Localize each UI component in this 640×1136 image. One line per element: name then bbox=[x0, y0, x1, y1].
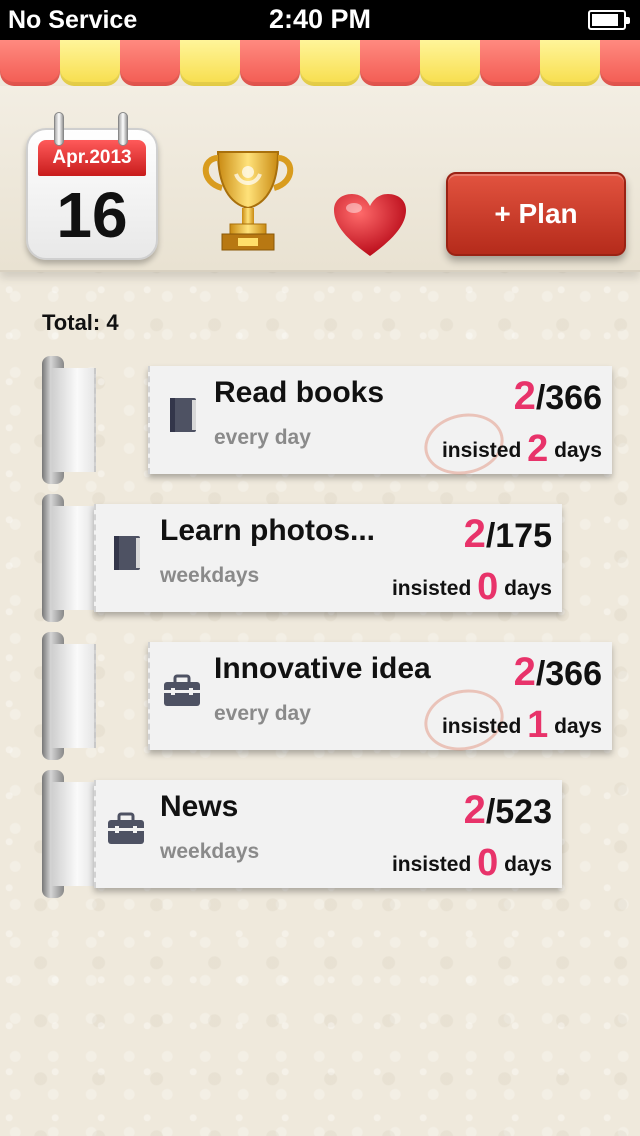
plan-progress: 2/175 bbox=[464, 512, 552, 557]
book-icon bbox=[114, 536, 140, 570]
progress-total: /366 bbox=[535, 655, 602, 693]
heart-icon[interactable] bbox=[332, 192, 408, 258]
progress-done: 2 bbox=[463, 788, 486, 832]
book-icon bbox=[170, 398, 196, 432]
header-shelf: Apr.2013 16 + Plan bbox=[0, 86, 640, 272]
plan-streak: insisted 0 days bbox=[392, 842, 552, 885]
calendar-day: 16 bbox=[56, 179, 128, 251]
plan-streak: insisted 1 days bbox=[442, 704, 602, 747]
progress-total: /175 bbox=[485, 517, 552, 555]
plan-title: Read books bbox=[214, 376, 385, 409]
calendar-month: Apr.2013 bbox=[38, 140, 146, 176]
progress-done: 2 bbox=[463, 512, 486, 556]
calendar-button[interactable]: Apr.2013 16 bbox=[26, 128, 158, 260]
days-label: days bbox=[504, 853, 552, 876]
insisted-label: insisted bbox=[441, 715, 522, 738]
progress-done: 2 bbox=[513, 374, 536, 418]
insisted-label: insisted bbox=[441, 439, 522, 462]
plan-row[interactable]: Read books every day 2/366 insisted 2 da… bbox=[0, 356, 640, 484]
plan-tab[interactable] bbox=[52, 644, 96, 748]
battery-icon bbox=[588, 10, 630, 30]
plan-title: News bbox=[160, 790, 239, 823]
briefcase-icon bbox=[108, 812, 144, 844]
trophy-icon[interactable] bbox=[198, 146, 298, 258]
plan-tab[interactable] bbox=[52, 782, 96, 886]
plan-card[interactable]: News weekdays 2/523 insisted 0 days bbox=[94, 780, 562, 888]
clock: 2:40 PM bbox=[268, 4, 372, 34]
streak-count: 1 bbox=[527, 704, 549, 746]
total-count: Total: 4 bbox=[42, 310, 119, 335]
briefcase-icon bbox=[164, 674, 200, 706]
streak-count: 0 bbox=[477, 566, 499, 608]
plan-row[interactable]: Learn photos... weekdays 2/175 insisted … bbox=[0, 494, 640, 622]
progress-total: /523 bbox=[485, 793, 552, 831]
days-label: days bbox=[554, 715, 602, 738]
plan-frequency: every day bbox=[214, 426, 311, 449]
plan-title: Innovative idea bbox=[214, 652, 431, 685]
plan-tab[interactable] bbox=[52, 368, 96, 472]
add-plan-button[interactable]: + Plan bbox=[446, 172, 626, 256]
insisted-label: insisted bbox=[391, 853, 472, 876]
plan-title: Learn photos... bbox=[160, 514, 376, 547]
plan-card[interactable]: Innovative idea every day 2/366 insisted… bbox=[148, 642, 612, 758]
plan-row[interactable]: News weekdays 2/523 insisted 0 days bbox=[0, 770, 640, 898]
plan-streak: insisted 0 days bbox=[392, 566, 552, 609]
days-label: days bbox=[554, 439, 602, 462]
plan-streak: insisted 2 days bbox=[442, 428, 602, 471]
plan-row[interactable]: Innovative idea every day 2/366 insisted… bbox=[0, 632, 640, 760]
plan-frequency: every day bbox=[214, 702, 311, 725]
plan-frequency: weekdays bbox=[160, 564, 260, 587]
plan-progress: 2/523 bbox=[464, 788, 552, 833]
streak-count: 0 bbox=[477, 842, 499, 884]
status-bar: No Service 2:40 PM bbox=[0, 0, 640, 40]
awning-decoration bbox=[0, 40, 640, 86]
progress-total: /366 bbox=[535, 379, 602, 417]
plan-card[interactable]: Read books every day 2/366 insisted 2 da… bbox=[148, 366, 612, 482]
plan-card[interactable]: Learn photos... weekdays 2/175 insisted … bbox=[94, 504, 562, 612]
plan-frequency: weekdays bbox=[160, 840, 260, 863]
calendar-ring-icon bbox=[54, 112, 64, 146]
insisted-label: insisted bbox=[391, 577, 472, 600]
days-label: days bbox=[504, 577, 552, 600]
plan-progress: 2/366 bbox=[514, 374, 602, 419]
plan-progress: 2/366 bbox=[514, 650, 602, 695]
streak-count: 2 bbox=[527, 428, 549, 470]
progress-done: 2 bbox=[513, 650, 536, 694]
calendar-ring-icon bbox=[118, 112, 128, 146]
plan-tab[interactable] bbox=[52, 506, 96, 610]
